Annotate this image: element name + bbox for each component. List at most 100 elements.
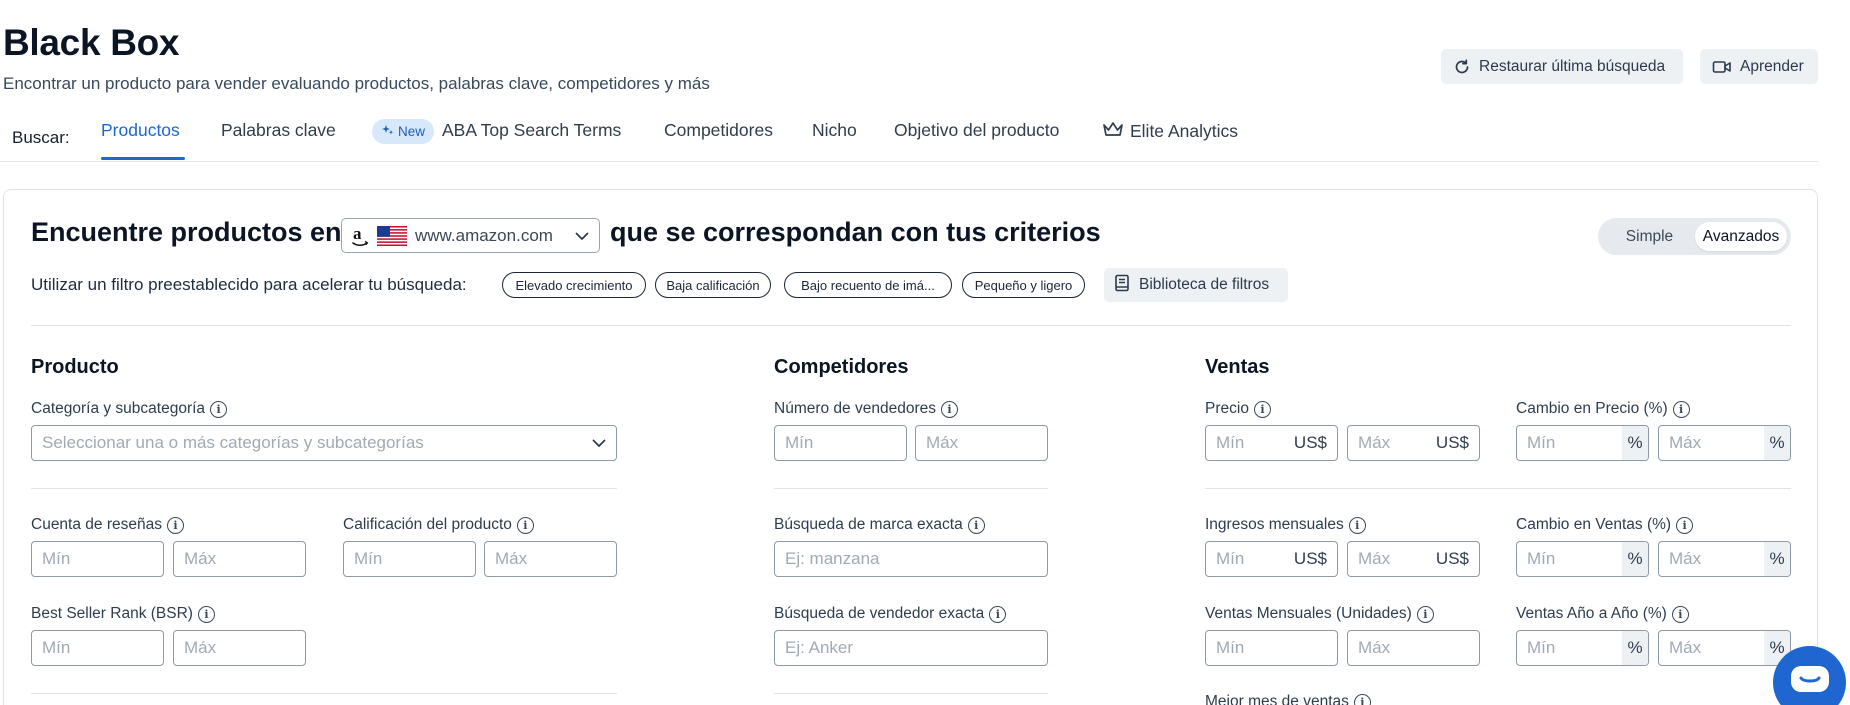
preset-chip-high-growth[interactable]: Elevado crecimiento — [502, 272, 646, 298]
new-badge-label: New — [398, 124, 426, 139]
revenue-max-input[interactable]: Máx US$ — [1347, 541, 1480, 577]
info-icon[interactable]: i — [197, 605, 215, 623]
price-max-placeholder: Máx — [1358, 433, 1391, 452]
brand-search-input[interactable]: Ej: manzana — [774, 541, 1048, 577]
brand-field-label: Búsqueda de marca exacta i — [774, 516, 985, 534]
sales-change-max-input[interactable]: Máx% — [1658, 541, 1791, 577]
sellers-max-placeholder: Máx — [926, 433, 959, 452]
percent-suffix: % — [1764, 542, 1790, 576]
info-icon[interactable]: i — [989, 605, 1007, 623]
units-max-input[interactable]: Máx — [1347, 630, 1480, 666]
yoy-max-input[interactable]: Máx% — [1658, 630, 1791, 666]
product-divider-2 — [31, 693, 617, 694]
rating-min-input[interactable]: Mín — [343, 541, 476, 577]
product-divider-1 — [31, 488, 617, 489]
tab-palabras-clave[interactable]: Palabras clave — [221, 120, 336, 141]
sales-change-min-input[interactable]: Mín% — [1516, 541, 1649, 577]
mode-simple-button[interactable]: Simple — [1607, 218, 1692, 255]
preset-chip-small-light[interactable]: Pequeño y ligero — [962, 272, 1085, 298]
bsr-field-label: Best Seller Rank (BSR) i — [31, 605, 215, 623]
bsr-min-placeholder: Mín — [42, 638, 71, 657]
active-tab-indicator — [101, 157, 185, 160]
reviews-max-input[interactable]: Máx — [173, 541, 306, 577]
rating-label-text: Calificación del producto — [343, 516, 512, 533]
price-change-max-input[interactable]: Máx% — [1658, 425, 1791, 461]
percent-suffix: % — [1622, 426, 1648, 460]
info-icon[interactable]: i — [1676, 516, 1694, 534]
yoy-field-label: Ventas Año a Año (%) i — [1516, 605, 1689, 623]
preset-divider — [31, 325, 1791, 326]
info-icon[interactable]: i — [210, 400, 228, 418]
chat-launcher-button[interactable] — [1773, 646, 1846, 705]
marketplace-select[interactable]: a www.amazon.com — [341, 218, 600, 253]
learn-button[interactable]: Aprender — [1700, 49, 1818, 84]
currency-suffix: US$ — [1293, 433, 1327, 452]
info-icon[interactable]: i — [1416, 605, 1434, 623]
revenue-min-input[interactable]: Mín US$ — [1205, 541, 1338, 577]
units-label-text: Ventas Mensuales (Unidades) — [1205, 605, 1412, 622]
preset-chip-low-rating[interactable]: Baja calificación — [655, 272, 771, 298]
section-title-competitors: Competidores — [774, 356, 909, 378]
bsr-min-input[interactable]: Mín — [31, 630, 164, 666]
sellers-field-label: Número de vendedores i — [774, 400, 958, 418]
info-icon[interactable]: i — [166, 516, 184, 534]
reviews-max-placeholder: Máx — [184, 549, 217, 568]
brand-label-text: Búsqueda de marca exacta — [774, 516, 963, 533]
price-change-min-input[interactable]: Mín% — [1516, 425, 1649, 461]
info-icon[interactable]: i — [941, 400, 958, 418]
sellers-min-input[interactable]: Mín — [774, 425, 907, 461]
price-max-input[interactable]: Máx US$ — [1347, 425, 1480, 461]
info-icon[interactable]: i — [1253, 400, 1271, 418]
info-icon[interactable]: i — [1348, 516, 1366, 534]
filter-library-button[interactable]: Biblioteca de filtros — [1104, 268, 1288, 302]
rating-max-input[interactable]: Máx — [484, 541, 617, 577]
info-icon[interactable]: i — [1671, 605, 1689, 623]
currency-suffix: US$ — [1435, 549, 1469, 568]
mode-advanced-button[interactable]: Avanzados — [1695, 222, 1787, 251]
info-icon[interactable]: i — [1353, 693, 1371, 705]
rating-field-label: Calificación del producto i — [343, 516, 534, 534]
bsr-max-input[interactable]: Máx — [173, 630, 306, 666]
seller-search-input[interactable]: Ej: Anker — [774, 630, 1048, 666]
preset-chip-low-image-count[interactable]: Bajo recuento de imá... — [784, 272, 952, 298]
best-month-label-text: Mejor mes de ventas — [1205, 693, 1349, 705]
page-subtitle: Encontrar un producto para vender evalua… — [3, 74, 710, 93]
revenue-min-placeholder: Mín — [1216, 549, 1245, 568]
sellers-max-input[interactable]: Máx — [915, 425, 1048, 461]
category-select[interactable]: Seleccionar una o más categorías y subca… — [31, 425, 617, 461]
seller-label-text: Búsqueda de vendedor exacta — [774, 605, 985, 622]
info-icon[interactable]: i — [967, 516, 985, 534]
chevron-down-icon — [592, 433, 606, 453]
info-icon[interactable]: i — [1672, 400, 1690, 418]
reviews-label-text: Cuenta de reseñas — [31, 516, 162, 533]
section-title-sales: Ventas — [1205, 356, 1270, 378]
price-change-label-text: Cambio en Precio (%) — [1516, 400, 1668, 417]
crown-icon — [1102, 120, 1124, 143]
seller-search-placeholder: Ej: Anker — [785, 638, 854, 657]
tab-competidores[interactable]: Competidores — [664, 120, 773, 141]
filter-library-label: Biblioteca de filtros — [1139, 276, 1270, 293]
learn-label: Aprender — [1740, 57, 1804, 75]
video-camera-icon — [1712, 59, 1732, 75]
tab-elite-analytics[interactable]: Elite Analytics — [1102, 120, 1238, 143]
reviews-min-input[interactable]: Mín — [31, 541, 164, 577]
restore-last-search-button[interactable]: Restaurar última búsqueda — [1441, 49, 1683, 84]
units-min-placeholder: Mín — [1216, 638, 1245, 657]
info-icon[interactable]: i — [516, 516, 534, 534]
tab-aba-top-search-terms[interactable]: ABA Top Search Terms — [442, 120, 621, 141]
brand-search-placeholder: Ej: manzana — [785, 549, 880, 568]
yoy-min-input[interactable]: Mín% — [1516, 630, 1649, 666]
category-select-placeholder: Seleccionar una o más categorías y subca… — [42, 433, 424, 452]
tab-nicho[interactable]: Nicho — [812, 120, 857, 141]
chat-icon — [1789, 664, 1831, 703]
svg-text:a: a — [353, 225, 362, 243]
chevron-down-icon — [575, 226, 589, 246]
search-prefix-label: Buscar: — [12, 128, 70, 147]
currency-suffix: US$ — [1435, 433, 1469, 452]
category-field-label: Categoría y subcategoría i — [31, 400, 228, 418]
units-min-input[interactable]: Mín — [1205, 630, 1338, 666]
us-flag-icon — [377, 225, 407, 246]
tab-productos[interactable]: Productos — [101, 120, 180, 141]
price-min-input[interactable]: Mín US$ — [1205, 425, 1338, 461]
tab-objetivo-del-producto[interactable]: Objetivo del producto — [894, 120, 1059, 141]
